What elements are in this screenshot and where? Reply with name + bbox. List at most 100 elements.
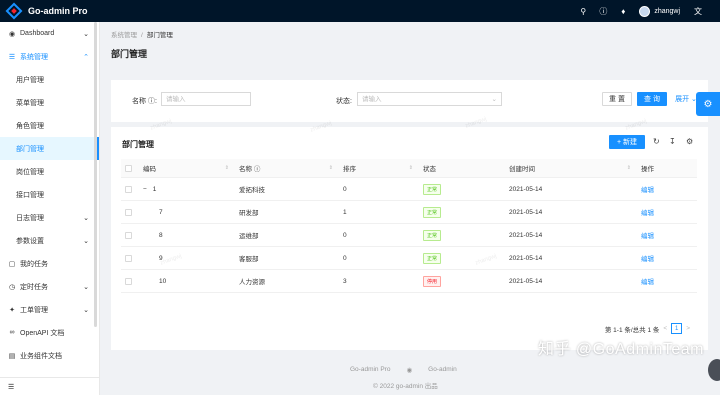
status-label: 状态: [336, 98, 352, 105]
density-icon[interactable]: ↧ [669, 137, 676, 146]
edit-link[interactable]: 编辑 [641, 230, 654, 240]
column-header-order[interactable]: 排序 ⇕ [339, 159, 419, 177]
row-checkbox[interactable] [121, 201, 139, 223]
status-badge: 正常 [423, 206, 442, 218]
edit-link[interactable]: 编辑 [641, 184, 654, 194]
column-header-status: 状态 [423, 166, 436, 173]
table-row[interactable]: 7 研发部 1 正常 2021-05-14 编辑 [121, 201, 697, 224]
status-badge: 停用 [423, 275, 442, 287]
sidebar-item-roles[interactable]: 角色管理 [0, 114, 99, 137]
sort-icon[interactable]: ⇕ [409, 165, 413, 171]
sidebar-item-label: 我的任务 [20, 260, 48, 268]
question-icon[interactable]: ⓘ [593, 6, 613, 17]
edit-link[interactable]: 编辑 [641, 276, 654, 286]
collapse-sidebar-button[interactable]: ☰ [0, 377, 99, 395]
row-order: 0 [343, 231, 347, 239]
row-created: 2021-05-14 [509, 185, 543, 193]
page-1-button[interactable]: 1 [671, 323, 683, 334]
row-checkbox[interactable] [121, 247, 139, 269]
row-status-cell: 停用 [419, 270, 505, 292]
bell-icon[interactable]: ♦ [613, 7, 633, 16]
collapse-row-icon[interactable]: − [143, 186, 147, 193]
sort-icon[interactable]: ⇕ [329, 165, 333, 171]
table-row[interactable]: 10 人力资源 3 停用 2021-05-14 编辑 [121, 270, 697, 293]
sidebar-item-apis[interactable]: 接口管理 [0, 183, 99, 206]
department-table: 编码 ⇕ 名称 ⓘ ⇕ 排序 ⇕ 状态 创建时间 ⇕ 操作 −1 爱拓科技 0 正常 2… [121, 159, 697, 293]
row-checkbox[interactable] [121, 178, 139, 200]
column-header-created[interactable]: 创建时间 ⇕ [505, 159, 637, 177]
sort-icon[interactable]: ⇕ [627, 165, 631, 171]
row-op-cell: 编辑 [637, 224, 697, 246]
chevron-down-icon: ⌄ [83, 30, 89, 38]
sidebar-item-params[interactable]: 参数设置 ⌄ [0, 229, 99, 252]
row-name: 运维部 [239, 233, 259, 240]
next-page-button[interactable]: > [686, 325, 690, 332]
sidebar-item-scheduled-tasks[interactable]: ◷ 定时任务 ⌄ [0, 275, 99, 298]
edit-link[interactable]: 编辑 [641, 207, 654, 217]
table-row[interactable]: −1 爱拓科技 0 正常 2021-05-14 编辑 [121, 178, 697, 201]
row-code: 1 [152, 185, 157, 193]
footer-link-go-admin[interactable]: Go-admin [428, 366, 457, 374]
sidebar-item-departments[interactable]: 部门管理 [0, 137, 99, 160]
ticket-icon: ✦ [9, 306, 15, 314]
sidebar-scrollbar[interactable] [94, 22, 97, 327]
table-row[interactable]: 8 运维部 0 正常 2021-05-14 编辑 [121, 224, 697, 247]
prev-page-button[interactable]: < [663, 325, 667, 332]
sidebar-item-logs[interactable]: 日志管理 ⌄ [0, 206, 99, 229]
search-form: 名称 ⓘ: 请输入 状态: 请输入 ⌄ 重 置 查 询 展开 ⌄ [111, 80, 708, 122]
breadcrumb-parent[interactable]: 系统管理 [111, 32, 137, 39]
app-logo[interactable]: Go-admin Pro [0, 2, 100, 20]
column-header-code[interactable]: 编码 ⇕ [139, 159, 235, 177]
sidebar-item-my-tasks[interactable]: ▢ 我的任务 [0, 252, 99, 275]
sidebar-item-users[interactable]: 用户管理 [0, 68, 99, 91]
system-submenu: 用户管理 菜单管理 角色管理 部门管理 岗位管理 接口管理 日志管理 ⌄ 参数设… [0, 68, 99, 252]
row-code: 10 [159, 277, 167, 285]
sidebar-item-label: 工单管理 [20, 306, 48, 314]
footer-link-pro[interactable]: Go-admin Pro [350, 366, 390, 374]
sort-icon[interactable]: ⇕ [225, 165, 229, 171]
row-checkbox[interactable] [121, 224, 139, 246]
github-icon[interactable]: ◉ [406, 366, 412, 374]
footer-links: Go-admin Pro ◉ Go-admin [350, 366, 457, 374]
sidebar-item-component-docs[interactable]: ▤ 业务组件文档 [0, 344, 99, 367]
sidebar-item-label: 参数设置 [16, 237, 44, 245]
row-code: 9 [159, 254, 163, 262]
checkbox-box [125, 254, 132, 262]
sidebar-item-label: 业务组件文档 [20, 352, 62, 360]
sidebar-item-openapi[interactable]: ∞ OpenAPI 文档 [0, 321, 99, 344]
status-placeholder: 请输入 [362, 96, 382, 103]
column-settings-icon[interactable]: ⚙ [686, 137, 693, 146]
translate-icon[interactable]: 文 [688, 6, 708, 17]
sidebar-item-tickets[interactable]: ✦ 工单管理 ⌄ [0, 298, 99, 321]
sidebar-item-posts[interactable]: 岗位管理 [0, 160, 99, 183]
row-name: 爱拓科技 [239, 187, 265, 194]
settings-drawer-button[interactable]: ⚙ [696, 92, 720, 116]
system-icon: ☰ [8, 53, 16, 61]
sidebar-item-dashboard[interactable]: ◉ Dashboard ⌄ [0, 22, 99, 45]
search-icon[interactable]: ⚲ [573, 7, 593, 16]
logo-icon [5, 2, 23, 20]
select-all-checkbox[interactable] [121, 159, 139, 177]
row-checkbox[interactable] [121, 270, 139, 292]
sidebar-item-menus[interactable]: 菜单管理 [0, 91, 99, 114]
name-search-input[interactable]: 请输入 [161, 92, 251, 106]
column-header-name[interactable]: 名称 ⓘ ⇕ [235, 159, 339, 177]
clock-icon: ◷ [8, 283, 16, 291]
row-order: 3 [343, 277, 347, 285]
new-button[interactable]: + 新建 [609, 135, 645, 149]
user-menu[interactable]: zhangwj [639, 5, 680, 17]
task-icon: ▢ [8, 260, 16, 268]
table-row[interactable]: 9 客服部 0 正常 2021-05-14 编辑 [121, 247, 697, 270]
reset-button[interactable]: 重 置 [602, 92, 632, 106]
sidebar-item-system[interactable]: ☰ 系统管理 ⌃ [0, 45, 99, 68]
reload-icon[interactable]: ↻ [653, 137, 660, 146]
page-title: 部门管理 [111, 49, 148, 59]
doc-icon: ▤ [8, 352, 16, 360]
query-button[interactable]: 查 询 [637, 92, 667, 106]
status-select[interactable]: 请输入 ⌄ [357, 92, 502, 106]
sidebar-item-label: 定时任务 [20, 283, 48, 291]
floating-widget[interactable] [708, 359, 720, 381]
link-icon: ∞ [9, 329, 15, 336]
name-label: 名称 ⓘ: [132, 98, 157, 105]
edit-link[interactable]: 编辑 [641, 253, 654, 263]
